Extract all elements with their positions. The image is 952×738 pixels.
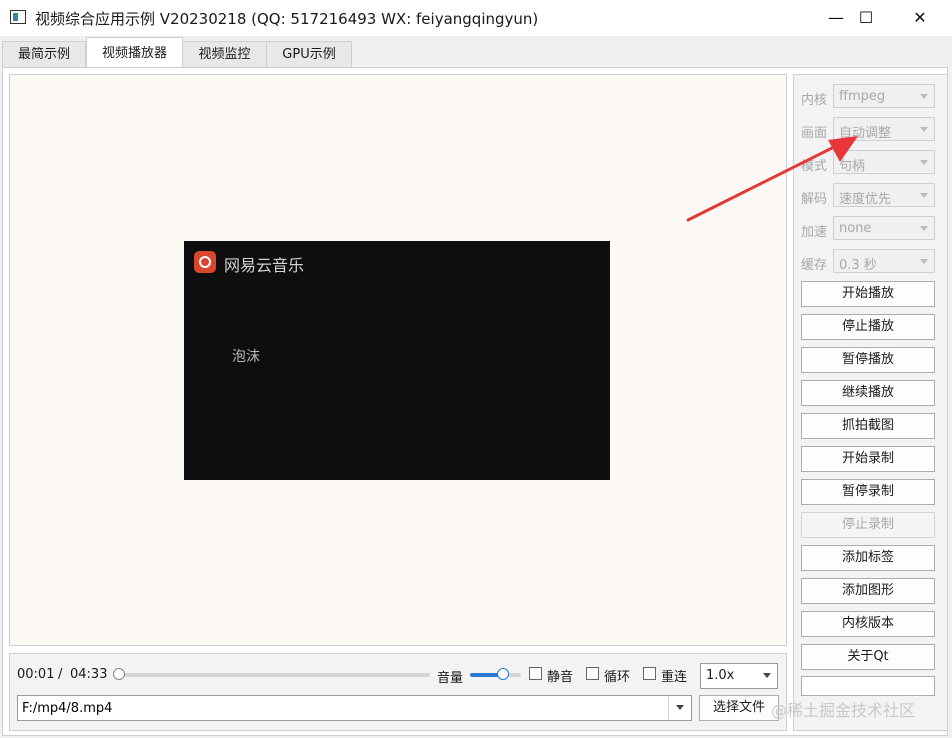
setting-label-core: 内核: [801, 93, 828, 108]
tab-gpu[interactable]: GPU示例: [266, 41, 352, 67]
time-separator: /: [58, 667, 63, 682]
chevron-down-icon: [763, 673, 771, 678]
reconnect-label: 重连: [661, 670, 688, 685]
speed-select-value: 1.0x: [706, 668, 735, 683]
loop-label: 循环: [604, 670, 631, 685]
title-bar: 视频综合应用示例 V20230218 (QQ: 517216493 WX: fe…: [0, 0, 952, 36]
stop-record-button[interactable]: 停止录制: [801, 512, 935, 538]
cache-select-value: 0.3 秒: [839, 258, 877, 273]
cache-select[interactable]: 0.3 秒: [833, 249, 935, 273]
progress-slider[interactable]: [118, 673, 430, 677]
window-title: 视频综合应用示例 V20230218 (QQ: 517216493 WX: fe…: [35, 10, 539, 28]
netease-music-logo-icon: [194, 251, 216, 273]
loop-checkbox[interactable]: [586, 667, 599, 680]
add-label-button[interactable]: 添加标签: [801, 545, 935, 571]
mute-label: 静音: [547, 670, 574, 685]
mute-checkbox[interactable]: [529, 667, 542, 680]
start-record-button[interactable]: 开始录制: [801, 446, 935, 472]
video-brand-text: 网易云音乐: [224, 256, 305, 275]
start-play-button[interactable]: 开始播放: [801, 281, 935, 307]
tab-simple[interactable]: 最简示例: [2, 41, 86, 67]
watermark: @稀土掘金技术社区: [771, 701, 916, 720]
file-path-input[interactable]: [18, 696, 676, 720]
about-qt-button[interactable]: 关于Qt: [801, 644, 935, 670]
choose-file-button[interactable]: 选择文件: [699, 695, 779, 721]
volume-label: 音量: [437, 671, 464, 686]
annotation-arrow-icon: [686, 136, 858, 222]
reconnect-checkbox[interactable]: [643, 667, 656, 680]
chevron-down-icon: [920, 193, 928, 198]
maximize-button[interactable]: ☐: [843, 0, 889, 36]
tab-bar: 最简示例 视频播放器 视频监控 GPU示例: [0, 37, 952, 68]
app-icon: [10, 10, 26, 24]
chevron-down-icon: [920, 226, 928, 231]
status-display: [801, 676, 935, 696]
tab-video-player[interactable]: 视频播放器: [86, 37, 183, 68]
video-lyric-text: 泡沫: [232, 349, 260, 365]
add-graphic-button[interactable]: 添加图形: [801, 578, 935, 604]
chevron-down-icon: [920, 94, 928, 99]
core-version-button[interactable]: 内核版本: [801, 611, 935, 637]
video-frame: 网易云音乐 泡沫: [184, 241, 610, 480]
chevron-down-icon: [676, 705, 684, 710]
speed-select[interactable]: 1.0x: [700, 663, 778, 689]
core-select-value: ffmpeg: [839, 89, 886, 104]
chevron-down-icon: [920, 160, 928, 165]
snapshot-button[interactable]: 抓拍截图: [801, 413, 935, 439]
pause-play-button[interactable]: 暂停播放: [801, 347, 935, 373]
chevron-down-icon: [920, 127, 928, 132]
core-select[interactable]: ffmpeg: [833, 84, 935, 108]
chevron-down-icon: [920, 259, 928, 264]
close-button[interactable]: ✕: [897, 0, 943, 36]
stop-play-button[interactable]: 停止播放: [801, 314, 935, 340]
setting-label-cache: 缓存: [801, 258, 828, 273]
tab-video-monitor[interactable]: 视频监控: [182, 41, 267, 67]
current-time: 00:01: [17, 667, 55, 682]
resume-play-button[interactable]: 继续播放: [801, 380, 935, 406]
file-path-dropdown-button[interactable]: [668, 696, 691, 720]
file-path-combo[interactable]: [17, 695, 692, 721]
pause-record-button[interactable]: 暂停录制: [801, 479, 935, 505]
total-time: 04:33: [70, 667, 108, 682]
